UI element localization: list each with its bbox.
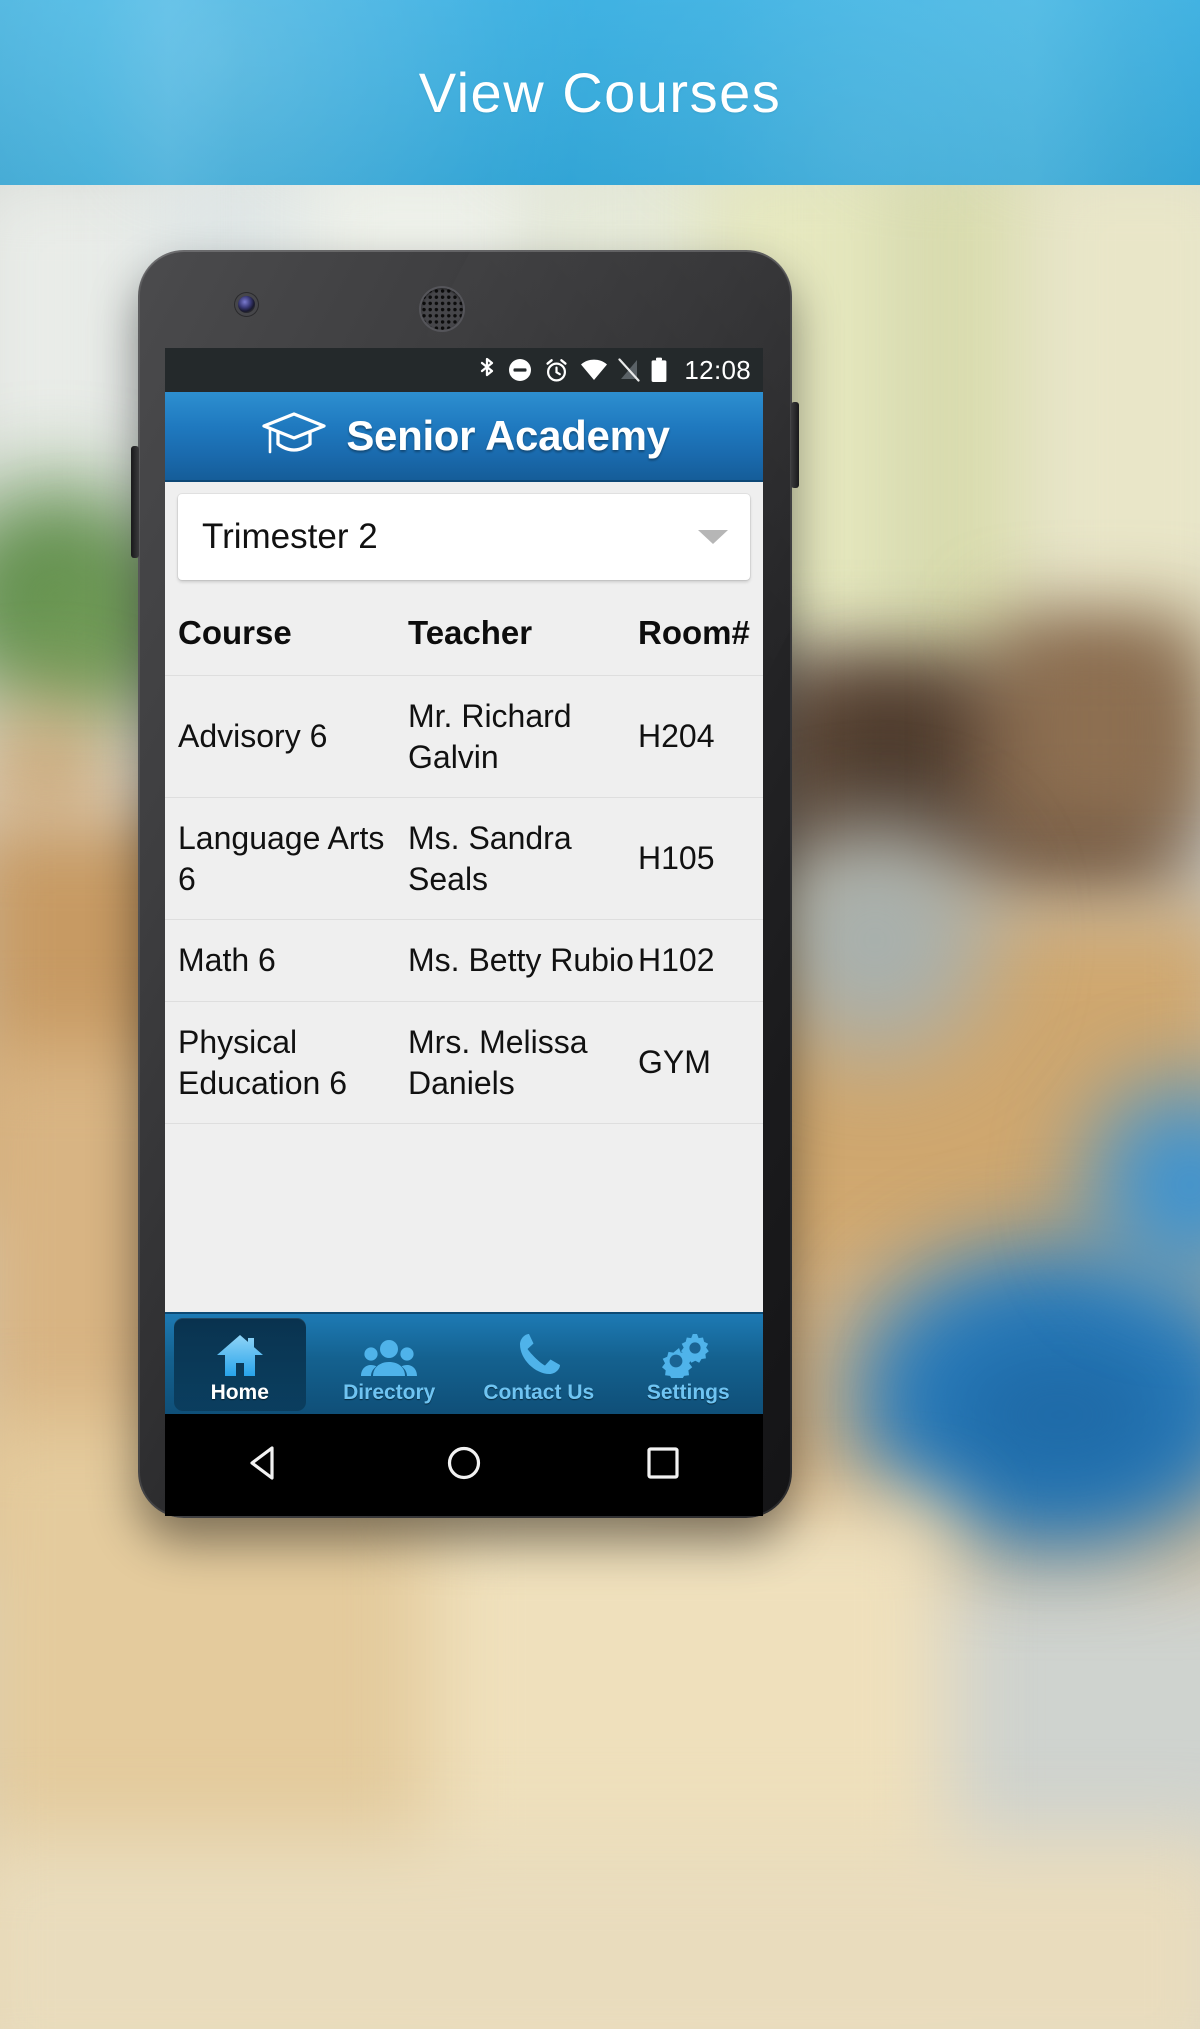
- chevron-down-icon: [698, 530, 728, 544]
- alarm-icon: [543, 357, 570, 384]
- cell-teacher: Mrs. Melissa Daniels: [408, 1024, 588, 1101]
- gears-icon: [662, 1330, 714, 1378]
- people-icon: [361, 1330, 418, 1378]
- cell-room: H105: [638, 840, 715, 877]
- front-camera-icon: [238, 296, 255, 313]
- term-spinner-value: Trimester 2: [202, 517, 378, 556]
- bluetooth-icon: [477, 356, 497, 384]
- android-navigation-bar: [165, 1414, 763, 1516]
- cell-room: GYM: [638, 1044, 711, 1081]
- tab-label: Home: [210, 1381, 269, 1404]
- term-spinner[interactable]: Trimester 2: [178, 494, 750, 580]
- phone-device: 12:08 Senior Academy Trimester 2 Course …: [131, 250, 799, 1518]
- cell-teacher: Ms. Sandra Seals: [408, 820, 572, 897]
- column-header-teacher: Teacher: [408, 613, 533, 651]
- cell-course: Math 6: [178, 942, 276, 979]
- tab-contact-us[interactable]: Contact Us: [464, 1314, 614, 1414]
- do-not-disturb-icon: [507, 357, 533, 383]
- tab-home[interactable]: Home: [165, 1314, 315, 1414]
- tab-label: Settings: [646, 1381, 730, 1404]
- cell-course: Physical Education 6: [178, 1024, 348, 1101]
- column-header-room: Room#: [638, 613, 750, 651]
- cell-teacher: Mr. Richard Galvin: [408, 698, 572, 775]
- volume-button[interactable]: [131, 446, 139, 558]
- column-header-course: Course: [178, 613, 292, 651]
- table-row[interactable]: Advisory 6 Mr. Richard Galvin H204: [165, 676, 763, 798]
- table-row[interactable]: Language Arts 6 Ms. Sandra Seals H105: [165, 798, 763, 920]
- status-bar: 12:08: [165, 348, 763, 392]
- cell-course: Language Arts 6: [178, 820, 385, 897]
- graduation-cap-icon: [258, 408, 330, 465]
- term-spinner-container: Trimester 2: [165, 482, 763, 590]
- cell-room: H102: [638, 942, 715, 979]
- app-header-bar: Senior Academy: [165, 392, 763, 482]
- power-button[interactable]: [791, 402, 799, 488]
- tab-settings[interactable]: Settings: [614, 1314, 764, 1414]
- table-header-row: Course Teacher Room#: [165, 590, 763, 676]
- cell-room: H204: [638, 718, 715, 755]
- courses-table: Course Teacher Room# Advisory 6 Mr. Rich…: [165, 590, 763, 1124]
- triangle-back-icon[interactable]: [244, 1442, 286, 1489]
- table-row[interactable]: Physical Education 6 Mrs. Melissa Daniel…: [165, 1002, 763, 1124]
- page-banner: View Courses: [0, 0, 1200, 185]
- cell-teacher: Ms. Betty Rubio: [408, 942, 634, 979]
- table-row[interactable]: Math 6 Ms. Betty Rubio H102: [165, 920, 763, 1002]
- app-title: Senior Academy: [346, 412, 670, 459]
- wifi-icon: [580, 359, 608, 381]
- tab-label: Contact Us: [483, 1381, 595, 1404]
- home-icon: [215, 1330, 265, 1378]
- tab-directory[interactable]: Directory: [315, 1314, 465, 1414]
- earpiece-speaker-icon: [421, 288, 463, 330]
- phone-icon: [516, 1330, 562, 1378]
- phone-screen: 12:08 Senior Academy Trimester 2 Course …: [165, 348, 763, 1414]
- no-signal-icon: [618, 358, 641, 382]
- tab-label: Directory: [343, 1381, 436, 1404]
- circle-home-icon[interactable]: [443, 1442, 485, 1489]
- bottom-tab-bar: Home Directory Contact Us Settings: [165, 1312, 763, 1414]
- square-recents-icon[interactable]: [642, 1442, 684, 1489]
- page-title: View Courses: [418, 61, 782, 124]
- status-bar-clock: 12:08: [684, 354, 751, 385]
- cell-course: Advisory 6: [178, 718, 328, 755]
- battery-full-icon: [650, 357, 668, 383]
